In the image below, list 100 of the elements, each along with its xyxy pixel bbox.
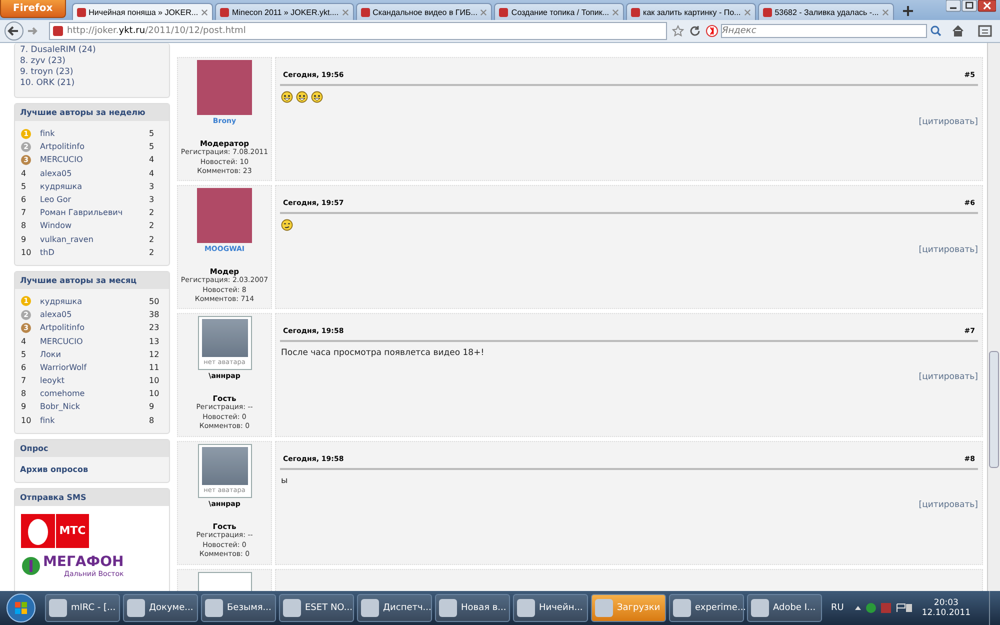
author-link[interactable]: кудряшка [40, 182, 149, 191]
operator-logo[interactable]: МТС [21, 514, 89, 548]
close-icon[interactable] [342, 8, 349, 16]
author-link[interactable]: кудряшка [40, 296, 149, 306]
star-icon[interactable] [672, 25, 684, 37]
author-link[interactable]: Artpolitinfo [40, 142, 149, 152]
rank-number: 5 [21, 350, 28, 359]
taskbar-button[interactable]: Диспетч... [357, 594, 432, 622]
browser-tab[interactable]: 53682 - Заливка удалась -... [758, 3, 894, 20]
post-count: 5 [149, 129, 156, 138]
post-count: 13 [149, 336, 160, 346]
block-title: Лучшие авторы за месяц [15, 272, 169, 289]
rank-number: 9 [21, 234, 28, 244]
taskbar-button[interactable]: Докуме... [123, 594, 198, 622]
tray-icons-drawing[interactable] [852, 601, 913, 615]
author-link[interactable]: comehome [40, 389, 149, 398]
browser-tab[interactable]: Создание топика / Топик... [494, 3, 624, 20]
archive-link[interactable]: Архив опросов [20, 464, 88, 474]
post-count: 23 [149, 323, 160, 332]
search-engine-icon[interactable] [706, 25, 718, 37]
reload-icon[interactable] [689, 25, 701, 37]
close-icon[interactable] [480, 8, 488, 16]
author-link[interactable]: Artpolitinfo [40, 323, 149, 332]
post-text: После часа просмотра появлетса видео 18+! [281, 348, 486, 358]
window-controls-icon[interactable] [946, 0, 996, 13]
taskbar-button[interactable]: experime... [669, 594, 744, 622]
top-author-link[interactable]: 10. ORK (21) [20, 78, 164, 89]
grin-smiley-icon [281, 91, 293, 103]
browser-tab[interactable]: Ничейная поняша » JOKER... [72, 3, 214, 20]
author-link[interactable]: Window [40, 221, 149, 230]
new-tab-icon[interactable] [902, 5, 914, 17]
author-link[interactable]: WarriorWolf [40, 362, 149, 372]
author-link[interactable]: thD [40, 248, 149, 257]
post-count: 11 [149, 362, 160, 372]
rank-number: 10 [21, 416, 31, 425]
browser-tab[interactable]: Minecon 2011 » JOKER.ykt.... [215, 3, 354, 20]
author-link[interactable]: fink [40, 416, 149, 425]
photo-placeholder [197, 188, 252, 243]
taskbar-button[interactable]: Новая в... [435, 594, 510, 622]
close-icon[interactable] [744, 8, 751, 16]
logo-icon [21, 556, 41, 576]
rank-number: 7 [21, 208, 28, 218]
post-count: 2 [149, 248, 156, 257]
author-link[interactable]: Leo Gor [40, 195, 149, 204]
taskbar-button[interactable]: ESET NO... [279, 594, 354, 622]
clock-time[interactable]: 20:03 [934, 598, 958, 608]
top-author-link[interactable]: 7. DusaleRIM (24) [20, 45, 164, 56]
taskbar-button[interactable]: Ничейн... [513, 594, 588, 622]
post-count: 50 [149, 296, 160, 306]
post-count: 8 [149, 416, 156, 425]
author-link[interactable]: fink [40, 129, 149, 138]
search-icon[interactable] [930, 25, 942, 37]
browser-tab[interactable]: Скандальное видео в ГИБ... [356, 3, 492, 20]
author-link[interactable]: leoykt [40, 376, 149, 386]
quote-link[interactable]: [цитировать] [918, 245, 978, 255]
rank-number: 4 [21, 168, 28, 178]
rank-number: 6 [21, 195, 28, 204]
quote-link[interactable]: [цитировать] [918, 117, 978, 127]
language-indicator[interactable]: RU [831, 603, 844, 613]
rank-number: 9 [21, 402, 28, 412]
clock-date[interactable]: 12.10.2011 [922, 608, 971, 618]
post-text: ы [281, 476, 289, 486]
author-link[interactable]: vulkan_raven [40, 234, 149, 244]
author-link[interactable]: Bobr_Nick [40, 402, 149, 412]
rank-number: 6 [21, 362, 28, 372]
taskbar-button[interactable]: Безымя... [201, 594, 276, 622]
rank-number: 8 [21, 389, 28, 398]
author-link[interactable]: MERCUCIO [40, 336, 149, 346]
close-icon[interactable] [882, 8, 889, 16]
author-link[interactable]: alexa05 [40, 168, 149, 178]
author-link[interactable]: Роман Гаврильевич [40, 208, 149, 218]
post-count: 10 [149, 376, 160, 386]
address-field[interactable]: http://joker.ykt.ru/2011/10/12/post.html [49, 22, 667, 40]
rank-number: 7 [21, 376, 28, 386]
post-count: 2 [149, 221, 156, 230]
post-count: 3 [149, 195, 156, 204]
search-field[interactable]: Яндекс [721, 24, 927, 38]
close-icon[interactable] [201, 8, 208, 16]
quote-link[interactable]: [цитировать] [918, 500, 978, 510]
browser-tab[interactable]: как залить картинку - По... [626, 3, 756, 20]
photo-placeholder [197, 60, 252, 115]
start-button[interactable] [6, 593, 36, 623]
close-icon[interactable] [612, 8, 620, 16]
author-link[interactable]: MERCUCIO [40, 155, 149, 164]
post-count: 9 [149, 402, 156, 412]
grin-smiley-icon [296, 91, 308, 103]
quote-link[interactable]: [цитировать] [918, 372, 978, 382]
rank-number: 8 [21, 221, 28, 230]
author-link[interactable]: alexa05 [40, 310, 149, 320]
top-author-link[interactable]: 9. troyn (23) [20, 67, 164, 78]
rank-number: 4 [21, 336, 28, 346]
scrollbar[interactable] [987, 43, 1000, 591]
taskbar-button[interactable]: mIRC - [... [45, 594, 120, 622]
rank-number: 10 [21, 248, 31, 257]
top-author-link[interactable]: 8. zyv (23) [20, 56, 164, 67]
post-count: 38 [149, 310, 160, 320]
post-count: 3 [149, 182, 156, 191]
author-link[interactable]: Локи [40, 350, 149, 359]
post-count: 2 [149, 208, 156, 218]
taskbar-button[interactable]: Adobe I... [747, 594, 822, 622]
